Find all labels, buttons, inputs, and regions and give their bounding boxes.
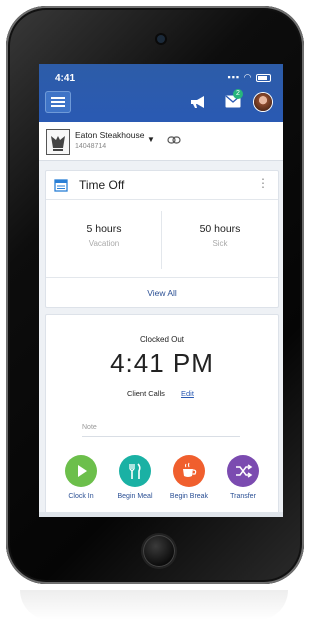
- location-name: Eaton Steakhouse: [75, 130, 145, 140]
- edit-link[interactable]: Edit: [181, 389, 194, 398]
- sick-hours: 50 hours: [199, 223, 241, 235]
- status-time: 4:41: [55, 73, 76, 84]
- client-calls-label: Client Calls: [127, 389, 165, 398]
- time-off-title: Time Off: [79, 178, 125, 192]
- view-all-link[interactable]: View All: [147, 288, 177, 298]
- restaurant-logo: [46, 129, 70, 155]
- fork-knife-icon: [119, 455, 151, 487]
- signal-icon: ▪▪▪: [227, 72, 241, 82]
- wifi-icon: ◠: [243, 72, 253, 82]
- clock-in-label: Clock In: [68, 493, 94, 500]
- home-button[interactable]: [143, 535, 175, 567]
- app-screen: 4:41 ▪▪▪ ◠ 2 Eaton Steakhouse 14048714 ▼: [39, 64, 283, 517]
- mail-badge: 2: [233, 89, 243, 99]
- clock-time: 4:41 PM: [110, 348, 214, 378]
- play-icon: [65, 455, 97, 487]
- link-icon[interactable]: [167, 135, 181, 145]
- more-options-icon[interactable]: ⋮: [257, 177, 269, 189]
- time-clock-card: Clocked Out 4:41 PM Client Calls Edit No…: [45, 314, 279, 517]
- camera-icon: [157, 35, 165, 43]
- chevron-down-icon[interactable]: ▼: [147, 135, 155, 144]
- app-header: 4:41 ▪▪▪ ◠ 2: [39, 64, 283, 122]
- time-off-header: Time Off ⋮: [46, 171, 278, 200]
- avatar[interactable]: [254, 93, 272, 111]
- screen-bottom-edge: [39, 512, 283, 517]
- clock-in-button[interactable]: Clock In: [55, 455, 107, 500]
- calendar-icon: [54, 179, 68, 192]
- coffee-icon: [173, 455, 205, 487]
- shuffle-icon: [227, 455, 259, 487]
- begin-break-label: Begin Break: [169, 493, 209, 500]
- clock-status: Clocked Out: [139, 335, 185, 344]
- status-icons: ▪▪▪ ◠: [228, 72, 271, 83]
- sick-balance: 50 hours Sick: [162, 223, 278, 248]
- view-all-row: View All: [46, 277, 278, 308]
- note-input[interactable]: Note: [82, 420, 240, 437]
- begin-break-button[interactable]: Begin Break: [163, 455, 215, 500]
- transfer-button[interactable]: Transfer: [217, 455, 269, 500]
- time-off-card: Time Off ⋮ 5 hours Vacation 50 hours Sic…: [45, 170, 279, 308]
- location-selector[interactable]: Eaton Steakhouse 14048714 ▼: [39, 122, 283, 161]
- location-id: 14048714: [75, 143, 107, 150]
- begin-meal-button[interactable]: Begin Meal: [109, 455, 161, 500]
- vacation-label: Vacation: [88, 239, 120, 248]
- transfer-label: Transfer: [230, 493, 256, 500]
- menu-button[interactable]: [45, 91, 71, 113]
- battery-icon: [256, 73, 271, 82]
- vacation-balance: 5 hours Vacation: [46, 223, 162, 248]
- sick-label: Sick: [212, 239, 228, 248]
- megaphone-icon[interactable]: [189, 95, 207, 109]
- vacation-hours: 5 hours: [86, 223, 122, 235]
- begin-meal-label: Begin Meal: [117, 493, 153, 500]
- phone-reflection: [20, 590, 288, 620]
